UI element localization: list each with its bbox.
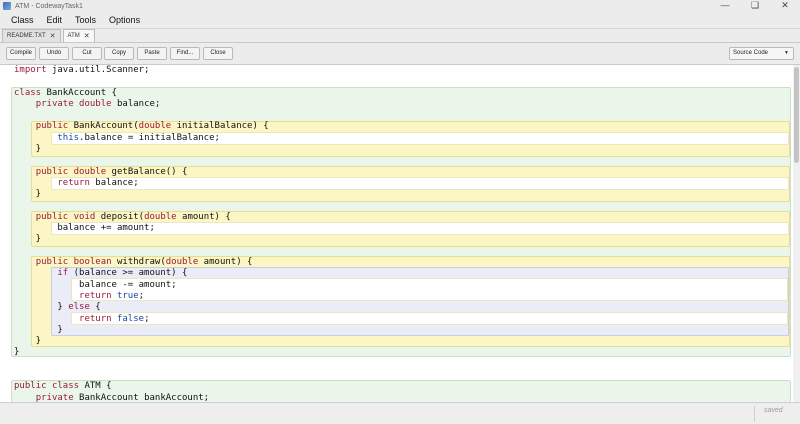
menu-edit[interactable]: Edit [47,15,63,25]
code-line: public boolean withdraw(double amount) { [35,257,253,268]
restore-icon[interactable]: ❑ [740,0,770,12]
vertical-scrollbar[interactable] [793,65,800,402]
scrollbar-thumb[interactable] [794,67,799,163]
code-line: class BankAccount { [14,87,117,98]
undo-button[interactable]: Undo [39,47,69,60]
code-line: } [14,234,42,245]
code-line: } [14,336,42,347]
code-line: public BankAccount(double initialBalance… [35,121,269,132]
tab-bar: README.TXT ✕ ATM ✕ [0,28,800,43]
code-editor[interactable]: import java.util.Scanner; class BankAcco… [0,65,800,402]
menu-options[interactable]: Options [109,15,140,25]
code-line: private BankAccount bankAccount; [35,392,210,402]
code-line: } else { [14,302,101,313]
code-line: this.balance = initialBalance; [57,132,220,143]
status-bar: saved [0,402,800,424]
code-line: } [14,189,42,200]
toolbar: Compile Undo Cut Copy Paste Find... Clos… [0,43,800,65]
code-line: } [14,347,20,358]
code-line: private double balance; [35,98,161,109]
code-line: } [14,324,63,335]
close-icon[interactable]: ✕ [84,32,90,40]
app-icon [3,2,11,10]
window-controls: — ❑ ✕ [710,0,800,12]
code-line: balance -= amount; [14,279,177,290]
copy-button[interactable]: Copy [104,47,134,60]
menu-class[interactable]: Class [11,15,34,25]
code-line: import java.util.Scanner; [14,65,150,75]
tab-atm[interactable]: ATM ✕ [62,29,95,42]
window-title: ATM - CodewayTask1 [15,2,83,10]
menu-bar: Class Edit Tools Options [0,12,800,28]
find-button[interactable]: Find... [170,47,200,60]
status-divider [754,406,755,422]
compile-button[interactable]: Compile [6,47,36,60]
view-select[interactable]: Source Code ▼ [729,47,794,60]
view-select-value: Source Code [733,50,769,56]
code-line: public void deposit(double amount) { [35,211,231,222]
code-line: if (balance >= amount) { [57,268,188,279]
close-button[interactable]: Close [203,47,233,60]
paste-button[interactable]: Paste [137,47,167,60]
code-line: public class ATM { [14,381,112,392]
close-icon[interactable]: ✕ [50,32,56,40]
menu-tools[interactable]: Tools [75,15,96,25]
tab-label: README.TXT [7,33,46,39]
code-line: } [14,144,42,155]
code-line: return balance; [57,177,139,188]
code-line: return true; [79,290,145,301]
chevron-down-icon: ▼ [784,50,789,56]
tab-label: ATM [67,33,80,39]
source-code: import java.util.Scanner; class BankAcco… [14,65,269,402]
save-status: saved [764,407,783,414]
cut-button[interactable]: Cut [72,47,102,60]
minimize-icon[interactable]: — [710,0,740,12]
close-icon[interactable]: ✕ [770,0,800,12]
title-bar: ATM - CodewayTask1 — ❑ ✕ [0,0,800,12]
code-line: public double getBalance() { [35,166,188,177]
code-line: balance += amount; [14,223,155,234]
code-line: return false; [79,313,150,324]
tab-readme[interactable]: README.TXT ✕ [2,29,61,42]
